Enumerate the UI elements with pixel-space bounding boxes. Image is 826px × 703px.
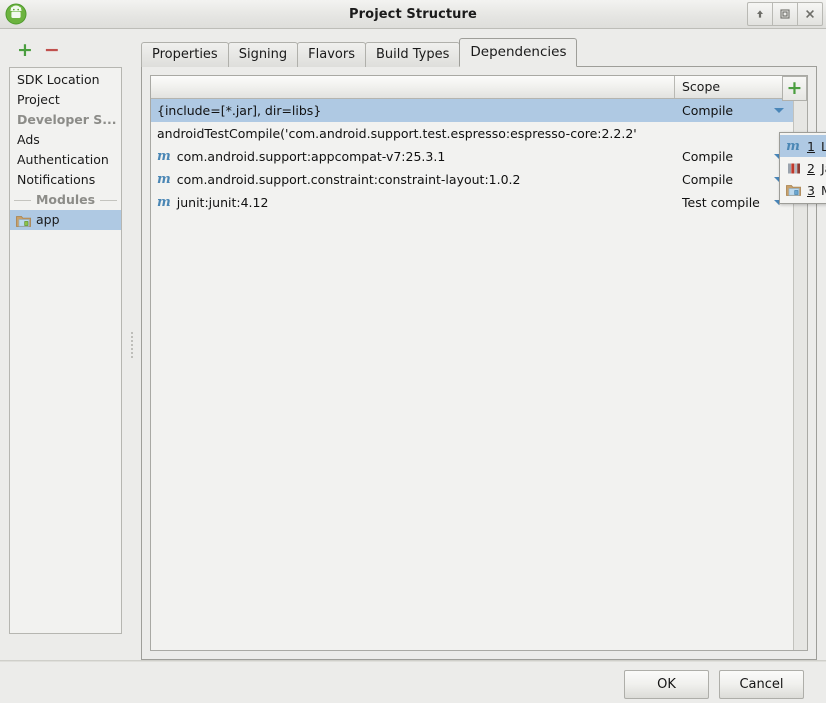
- window-controls: [747, 2, 823, 26]
- maven-library-icon: m: [786, 138, 800, 154]
- dialog-body: + − SDK Location Project Developer S... …: [0, 29, 826, 660]
- scope-value: Compile: [682, 103, 734, 118]
- table-row[interactable]: m junit:junit:4.12 Test compile: [151, 191, 807, 214]
- module-list[interactable]: SDK Location Project Developer S... Ads …: [9, 67, 122, 634]
- sidebar-item-app[interactable]: app: [10, 210, 121, 230]
- dialog-footer: OK Cancel: [0, 660, 826, 703]
- table-row[interactable]: {include=[*.jar], dir=libs} Compile: [151, 99, 807, 122]
- project-structure-dialog: Project Structure + − SDK Location Proje…: [0, 0, 826, 703]
- cell-scope[interactable]: Compile: [675, 149, 793, 164]
- dependency-label: com.android.support.constraint:constrain…: [176, 172, 521, 187]
- cell-dependency: {include=[*.jar], dir=libs}: [151, 103, 675, 118]
- table-header-row: Scope: [151, 76, 807, 99]
- table-row[interactable]: androidTestCompile('com.android.support.…: [151, 122, 807, 145]
- cell-scope[interactable]: Compile: [675, 172, 793, 187]
- dependency-label: androidTestCompile('com.android.support.…: [157, 126, 637, 141]
- cell-dependency: androidTestCompile('com.android.support.…: [151, 126, 675, 141]
- maximize-button[interactable]: [772, 2, 798, 26]
- dependency-label: {include=[*.jar], dir=libs}: [157, 103, 322, 118]
- shade-button[interactable]: [747, 2, 773, 26]
- module-folder-icon: [786, 183, 801, 197]
- config-tabs: Properties Signing Flavors Build Types D…: [141, 38, 817, 67]
- table-row[interactable]: m com.android.support.constraint:constra…: [151, 168, 807, 191]
- sidebar-item-sdk-location[interactable]: SDK Location: [10, 70, 121, 90]
- sidebar-group-label: Developer S...: [17, 112, 117, 127]
- android-studio-icon: [4, 2, 28, 26]
- scope-value: Compile: [682, 172, 734, 187]
- window-title: Project Structure: [349, 6, 477, 22]
- cancel-button[interactable]: Cancel: [719, 670, 804, 699]
- scope-value: Compile: [682, 149, 734, 164]
- module-config-panel: Properties Signing Flavors Build Types D…: [132, 29, 826, 660]
- menu-item-label: Ja: [820, 160, 826, 176]
- add-module-button[interactable]: +: [17, 40, 33, 60]
- dependency-label: com.android.support:appcompat-v7:25.3.1: [176, 149, 446, 164]
- footer-buttons: OK Cancel: [624, 670, 804, 699]
- add-dependency-menu[interactable]: m 1 L 2 Ja: [779, 132, 826, 204]
- cell-dependency: m com.android.support.constraint:constra…: [151, 172, 675, 187]
- cell-dependency: m com.android.support:appcompat-v7:25.3.…: [151, 149, 675, 164]
- menu-item-mnemonic: 3: [807, 182, 815, 198]
- close-button[interactable]: [797, 2, 823, 26]
- modules-sidebar: + − SDK Location Project Developer S... …: [0, 29, 134, 660]
- maven-library-icon: m: [157, 149, 171, 164]
- jar-file-icon: [786, 161, 801, 175]
- column-header-scope[interactable]: Scope: [675, 76, 793, 98]
- table-body: {include=[*.jar], dir=libs} Compile andr…: [151, 99, 807, 650]
- menu-item-label: M: [821, 183, 826, 198]
- cell-scope[interactable]: Compile: [675, 103, 793, 118]
- title-bar: Project Structure: [0, 0, 826, 29]
- menu-item-label: L: [820, 138, 826, 154]
- tab-dependencies[interactable]: Dependencies: [459, 38, 578, 67]
- sidebar-toolbar: + −: [9, 37, 132, 63]
- menu-item-jar-dependency[interactable]: 2 Ja: [780, 157, 826, 179]
- menu-item-mnemonic: 2: [807, 160, 815, 176]
- tab-signing[interactable]: Signing: [227, 42, 299, 67]
- ok-button[interactable]: OK: [624, 670, 709, 699]
- menu-item-library-dependency[interactable]: m 1 L: [780, 135, 826, 157]
- footer-divider: [0, 661, 826, 662]
- table-row[interactable]: m com.android.support:appcompat-v7:25.3.…: [151, 145, 807, 168]
- column-header-dependency[interactable]: [151, 76, 675, 98]
- sidebar-item-app-label: app: [36, 212, 60, 227]
- maven-library-icon: m: [157, 172, 171, 187]
- sidebar-group-developer-services: Developer S...: [10, 110, 121, 130]
- sidebar-item-ads[interactable]: Ads: [10, 130, 121, 150]
- tab-properties[interactable]: Properties: [141, 42, 229, 67]
- maven-library-icon: m: [157, 195, 171, 210]
- sidebar-separator-label: Modules: [35, 192, 96, 207]
- sidebar-item-authentication[interactable]: Authentication: [10, 150, 121, 170]
- add-dependency-button[interactable]: +: [782, 76, 807, 101]
- sidebar-separator-modules: Modules: [10, 190, 121, 210]
- dependencies-pane: Scope {include=[*.jar], dir=libs} Compil…: [141, 66, 817, 660]
- menu-item-mnemonic: 1: [807, 138, 815, 154]
- tab-build-types[interactable]: Build Types: [365, 42, 461, 67]
- dependencies-table: Scope {include=[*.jar], dir=libs} Compil…: [150, 75, 808, 651]
- chevron-down-icon[interactable]: [774, 108, 784, 113]
- cell-dependency: m junit:junit:4.12: [151, 195, 675, 210]
- tab-flavors[interactable]: Flavors: [297, 42, 366, 67]
- remove-module-button[interactable]: −: [44, 40, 60, 60]
- scope-value: Test compile: [682, 195, 760, 210]
- module-folder-icon: [16, 214, 31, 227]
- menu-item-module-dependency[interactable]: 3 M: [780, 179, 826, 201]
- sidebar-item-notifications[interactable]: Notifications: [10, 170, 121, 190]
- sidebar-item-project[interactable]: Project: [10, 90, 121, 110]
- cell-scope[interactable]: Test compile: [675, 195, 793, 210]
- dependency-label: junit:junit:4.12: [176, 195, 269, 210]
